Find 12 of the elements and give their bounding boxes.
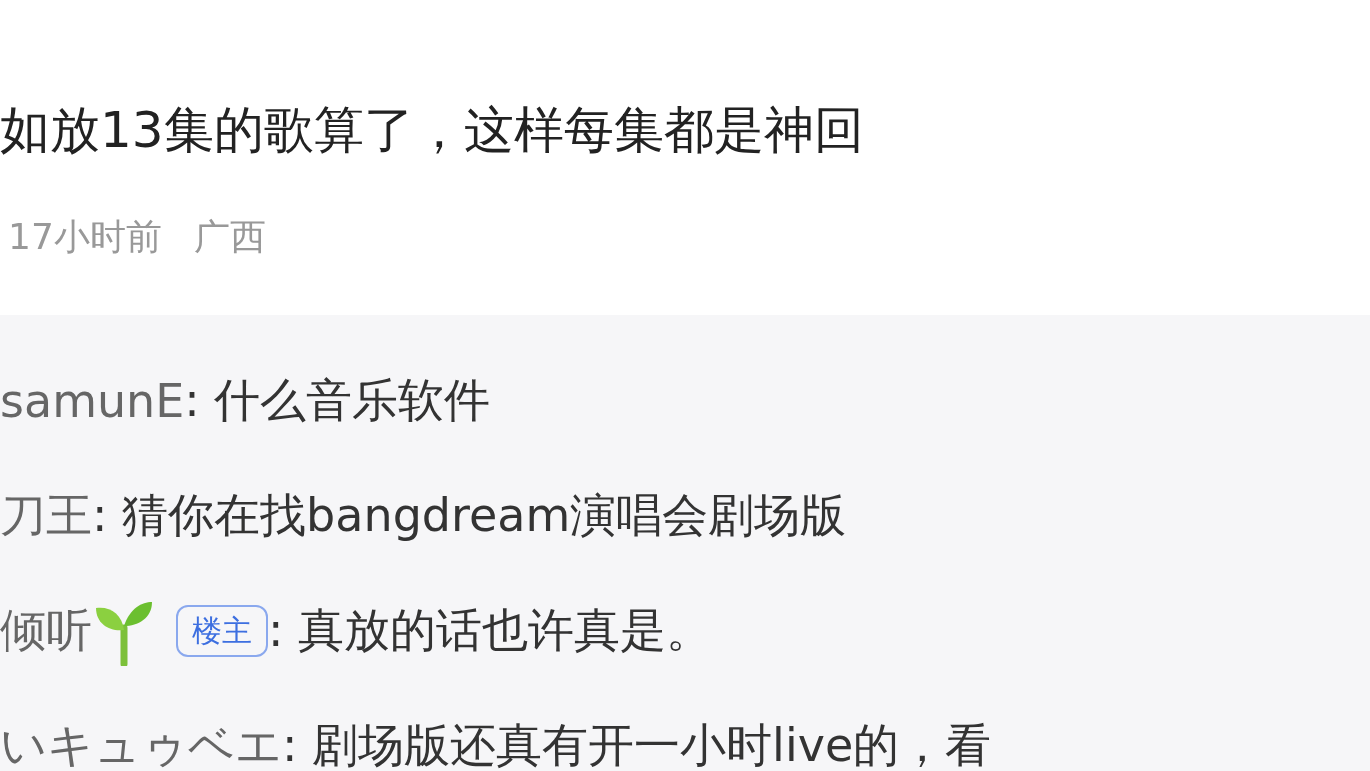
reply-text: : 真放的话也许真是。 xyxy=(268,601,713,659)
reply-text: : 什么音乐软件 xyxy=(184,371,491,429)
reply-author[interactable]: 倾听 xyxy=(0,599,92,662)
reply-author[interactable]: samunE xyxy=(0,373,185,428)
reply-text: : 猜你在找bangdream演唱会剧场版 xyxy=(92,486,847,544)
comment-location: 广西 xyxy=(193,215,266,259)
comment-text: 如放13集的歌算了，这样每集都是神回 xyxy=(0,100,865,161)
author-badge: 楼主 xyxy=(176,604,268,657)
reply-author[interactable]: 刀王 xyxy=(0,484,92,547)
reply-author[interactable]: いキュゥベエ xyxy=(0,714,282,771)
reply-text: : 剧场版还真有开一小时live的，看 xyxy=(282,716,992,771)
comment-time: 17小时前 xyxy=(8,215,162,259)
